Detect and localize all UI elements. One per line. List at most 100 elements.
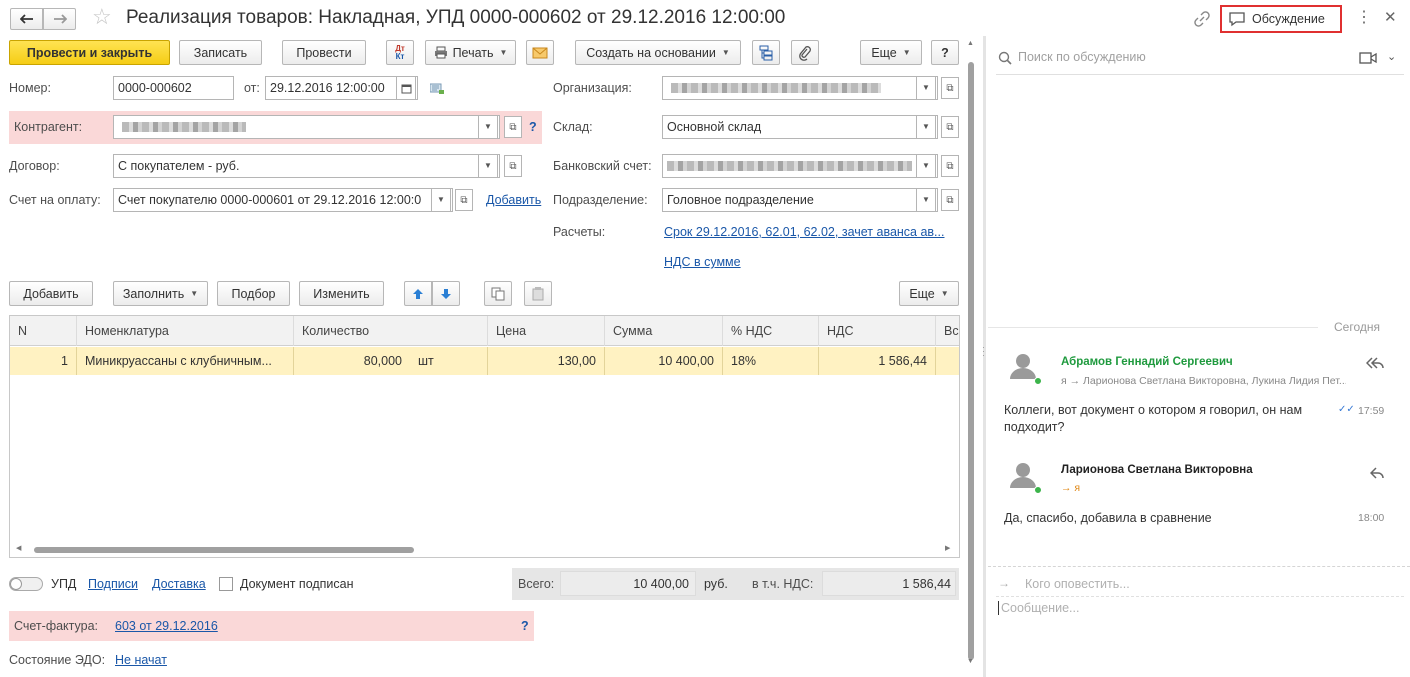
counterparty-open-button[interactable]: ⧉ <box>504 116 522 138</box>
warehouse-dropdown[interactable]: ▼ <box>916 116 936 138</box>
table-row[interactable]: 1 Миникруассаны с клубничным... 80,000 ш… <box>10 347 959 375</box>
col-header-vat-rate[interactable]: % НДС <box>723 316 819 346</box>
warehouse-open-button[interactable]: ⧉ <box>941 116 959 138</box>
create-based-on-button[interactable]: Создать на основании ▼ <box>575 40 741 65</box>
vertical-scroll-thumb[interactable] <box>968 62 974 660</box>
invoice-factura-help[interactable]: ? <box>521 619 529 633</box>
paste-rows-button[interactable] <box>524 281 552 306</box>
division-dropdown[interactable]: ▼ <box>916 189 936 211</box>
horizontal-scroll-thumb[interactable] <box>34 547 414 553</box>
col-header-quantity[interactable]: Количество <box>294 316 488 346</box>
message-input[interactable]: Сообщение... <box>998 601 1079 615</box>
print-button[interactable]: Печать ▼ <box>425 40 516 65</box>
table-add-button[interactable]: Добавить <box>9 281 93 306</box>
close-icon[interactable]: ✕ <box>1384 9 1397 27</box>
reply-icon[interactable] <box>1369 467 1384 482</box>
page-title: Реализация товаров: Накладная, УПД 0000-… <box>126 7 786 28</box>
invoice-field[interactable]: Счет покупателю 0000-000601 от 29.12.201… <box>113 188 453 212</box>
division-label: Подразделение: <box>553 193 648 207</box>
link-icon[interactable] <box>1193 10 1211 31</box>
bank-account-open-button[interactable]: ⧉ <box>941 155 959 177</box>
col-header-total[interactable]: Вс <box>936 316 959 346</box>
counterparty-help[interactable]: ? <box>529 120 537 134</box>
copy-rows-button[interactable] <box>484 281 512 306</box>
col-header-vat[interactable]: НДС <box>819 316 936 346</box>
document-signed-label: Документ подписан <box>240 577 354 591</box>
favorite-star-icon[interactable]: ☆ <box>92 6 112 28</box>
upd-toggle[interactable] <box>9 577 43 591</box>
more-vertical-icon[interactable]: ⋮ <box>1356 9 1372 27</box>
total-label: Всего: <box>518 577 555 591</box>
organization-field[interactable]: ▼ <box>662 76 938 100</box>
organization-dropdown[interactable]: ▼ <box>916 77 936 99</box>
scroll-up-icon[interactable]: ▲ <box>967 40 974 47</box>
invoice-factura-link[interactable]: 603 от 29.12.2016 <box>115 619 218 633</box>
bank-account-label: Банковский счет: <box>553 159 652 173</box>
contract-open-button[interactable]: ⧉ <box>504 155 522 177</box>
col-header-n[interactable]: N <box>10 316 77 346</box>
col-header-sum[interactable]: Сумма <box>605 316 723 346</box>
chevron-down-icon[interactable]: ⌄ <box>1387 50 1396 63</box>
date-field[interactable]: 29.12.2016 12:00:00 <box>265 76 418 100</box>
dt-kt-button[interactable]: Дт Кт <box>386 40 414 65</box>
division-field[interactable]: Головное подразделение ▼ <box>662 188 938 212</box>
splitter-grip-icon[interactable]: · · · <box>982 343 985 360</box>
settlements-link[interactable]: Срок 29.12.2016, 62.01, 62.02, зачет ава… <box>664 225 944 239</box>
post-button[interactable]: Провести <box>282 40 366 65</box>
scroll-down-icon[interactable]: ▼ <box>967 658 974 665</box>
more-button[interactable]: Еще ▼ <box>860 40 922 65</box>
counterparty-field[interactable]: ▼ <box>113 115 500 139</box>
calendar-button[interactable] <box>396 77 416 99</box>
reply-all-icon[interactable] <box>1365 356 1384 373</box>
number-field[interactable]: 0000-000602 <box>113 76 234 100</box>
forward-button[interactable] <box>43 8 76 30</box>
main-vertical-scrollbar[interactable]: ▲ ▼ <box>966 40 976 672</box>
organization-open-button[interactable]: ⧉ <box>941 77 959 99</box>
help-button[interactable]: ? <box>931 40 959 65</box>
scroll-right-icon[interactable]: ▶ <box>945 544 950 552</box>
col-header-price[interactable]: Цена <box>488 316 605 346</box>
table-header: N Номенклатура Количество Цена Сумма % Н… <box>10 316 959 346</box>
col-header-nomenclature[interactable]: Номенклатура <box>77 316 294 346</box>
contract-field[interactable]: С покупателем - руб. ▼ <box>113 154 500 178</box>
back-button[interactable] <box>10 8 43 30</box>
cell-vat-rate: 18% <box>723 347 819 375</box>
table-change-button[interactable]: Изменить <box>299 281 384 306</box>
comment-list-icon[interactable] <box>429 83 445 98</box>
counterparty-dropdown[interactable]: ▼ <box>478 116 498 138</box>
bank-account-dropdown[interactable]: ▼ <box>916 155 936 177</box>
warehouse-field[interactable]: Основной склад ▼ <box>662 115 938 139</box>
save-button[interactable]: Записать <box>179 40 262 65</box>
division-open-button[interactable]: ⧉ <box>941 189 959 211</box>
discussion-search-input[interactable]: Поиск по обсуждению <box>1018 50 1146 64</box>
invoice-dropdown[interactable]: ▼ <box>431 189 451 211</box>
invoice-open-button[interactable]: ⧉ <box>455 189 473 211</box>
bank-account-field[interactable]: ▼ <box>662 154 938 178</box>
structure-button[interactable] <box>752 40 780 65</box>
contract-dropdown[interactable]: ▼ <box>478 155 498 177</box>
move-up-button[interactable] <box>404 281 432 306</box>
invoice-add-link[interactable]: Добавить <box>486 193 541 207</box>
post-and-close-button[interactable]: Провести и закрыть <box>9 40 170 65</box>
currency-label: руб. <box>704 577 728 591</box>
video-camera-icon[interactable] <box>1359 52 1377 64</box>
calendar-icon <box>401 84 411 93</box>
vat-mode-link[interactable]: НДС в сумме <box>664 255 741 269</box>
scroll-left-icon[interactable]: ◀ <box>16 544 21 552</box>
move-down-button[interactable] <box>432 281 460 306</box>
table-more-button[interactable]: Еще ▼ <box>899 281 959 306</box>
notify-input[interactable]: Кого оповестить... <box>1025 577 1130 591</box>
arrow-right-icon <box>53 14 67 24</box>
vat-included-label: в т.ч. НДС: <box>752 577 814 591</box>
table-select-button[interactable]: Подбор <box>217 281 290 306</box>
horizontal-scrollbar[interactable]: ◀ ▶ <box>10 544 959 556</box>
edo-status-link[interactable]: Не начат <box>115 653 167 667</box>
discussion-button[interactable]: Обсуждение <box>1220 5 1342 33</box>
document-signed-checkbox[interactable] <box>219 577 233 591</box>
delivery-link[interactable]: Доставка <box>152 577 206 591</box>
arrow-down-icon <box>441 288 451 299</box>
attach-button[interactable] <box>791 40 819 65</box>
signatures-link[interactable]: Подписи <box>88 577 138 591</box>
email-button[interactable] <box>526 40 554 65</box>
table-fill-button[interactable]: Заполнить ▼ <box>113 281 208 306</box>
